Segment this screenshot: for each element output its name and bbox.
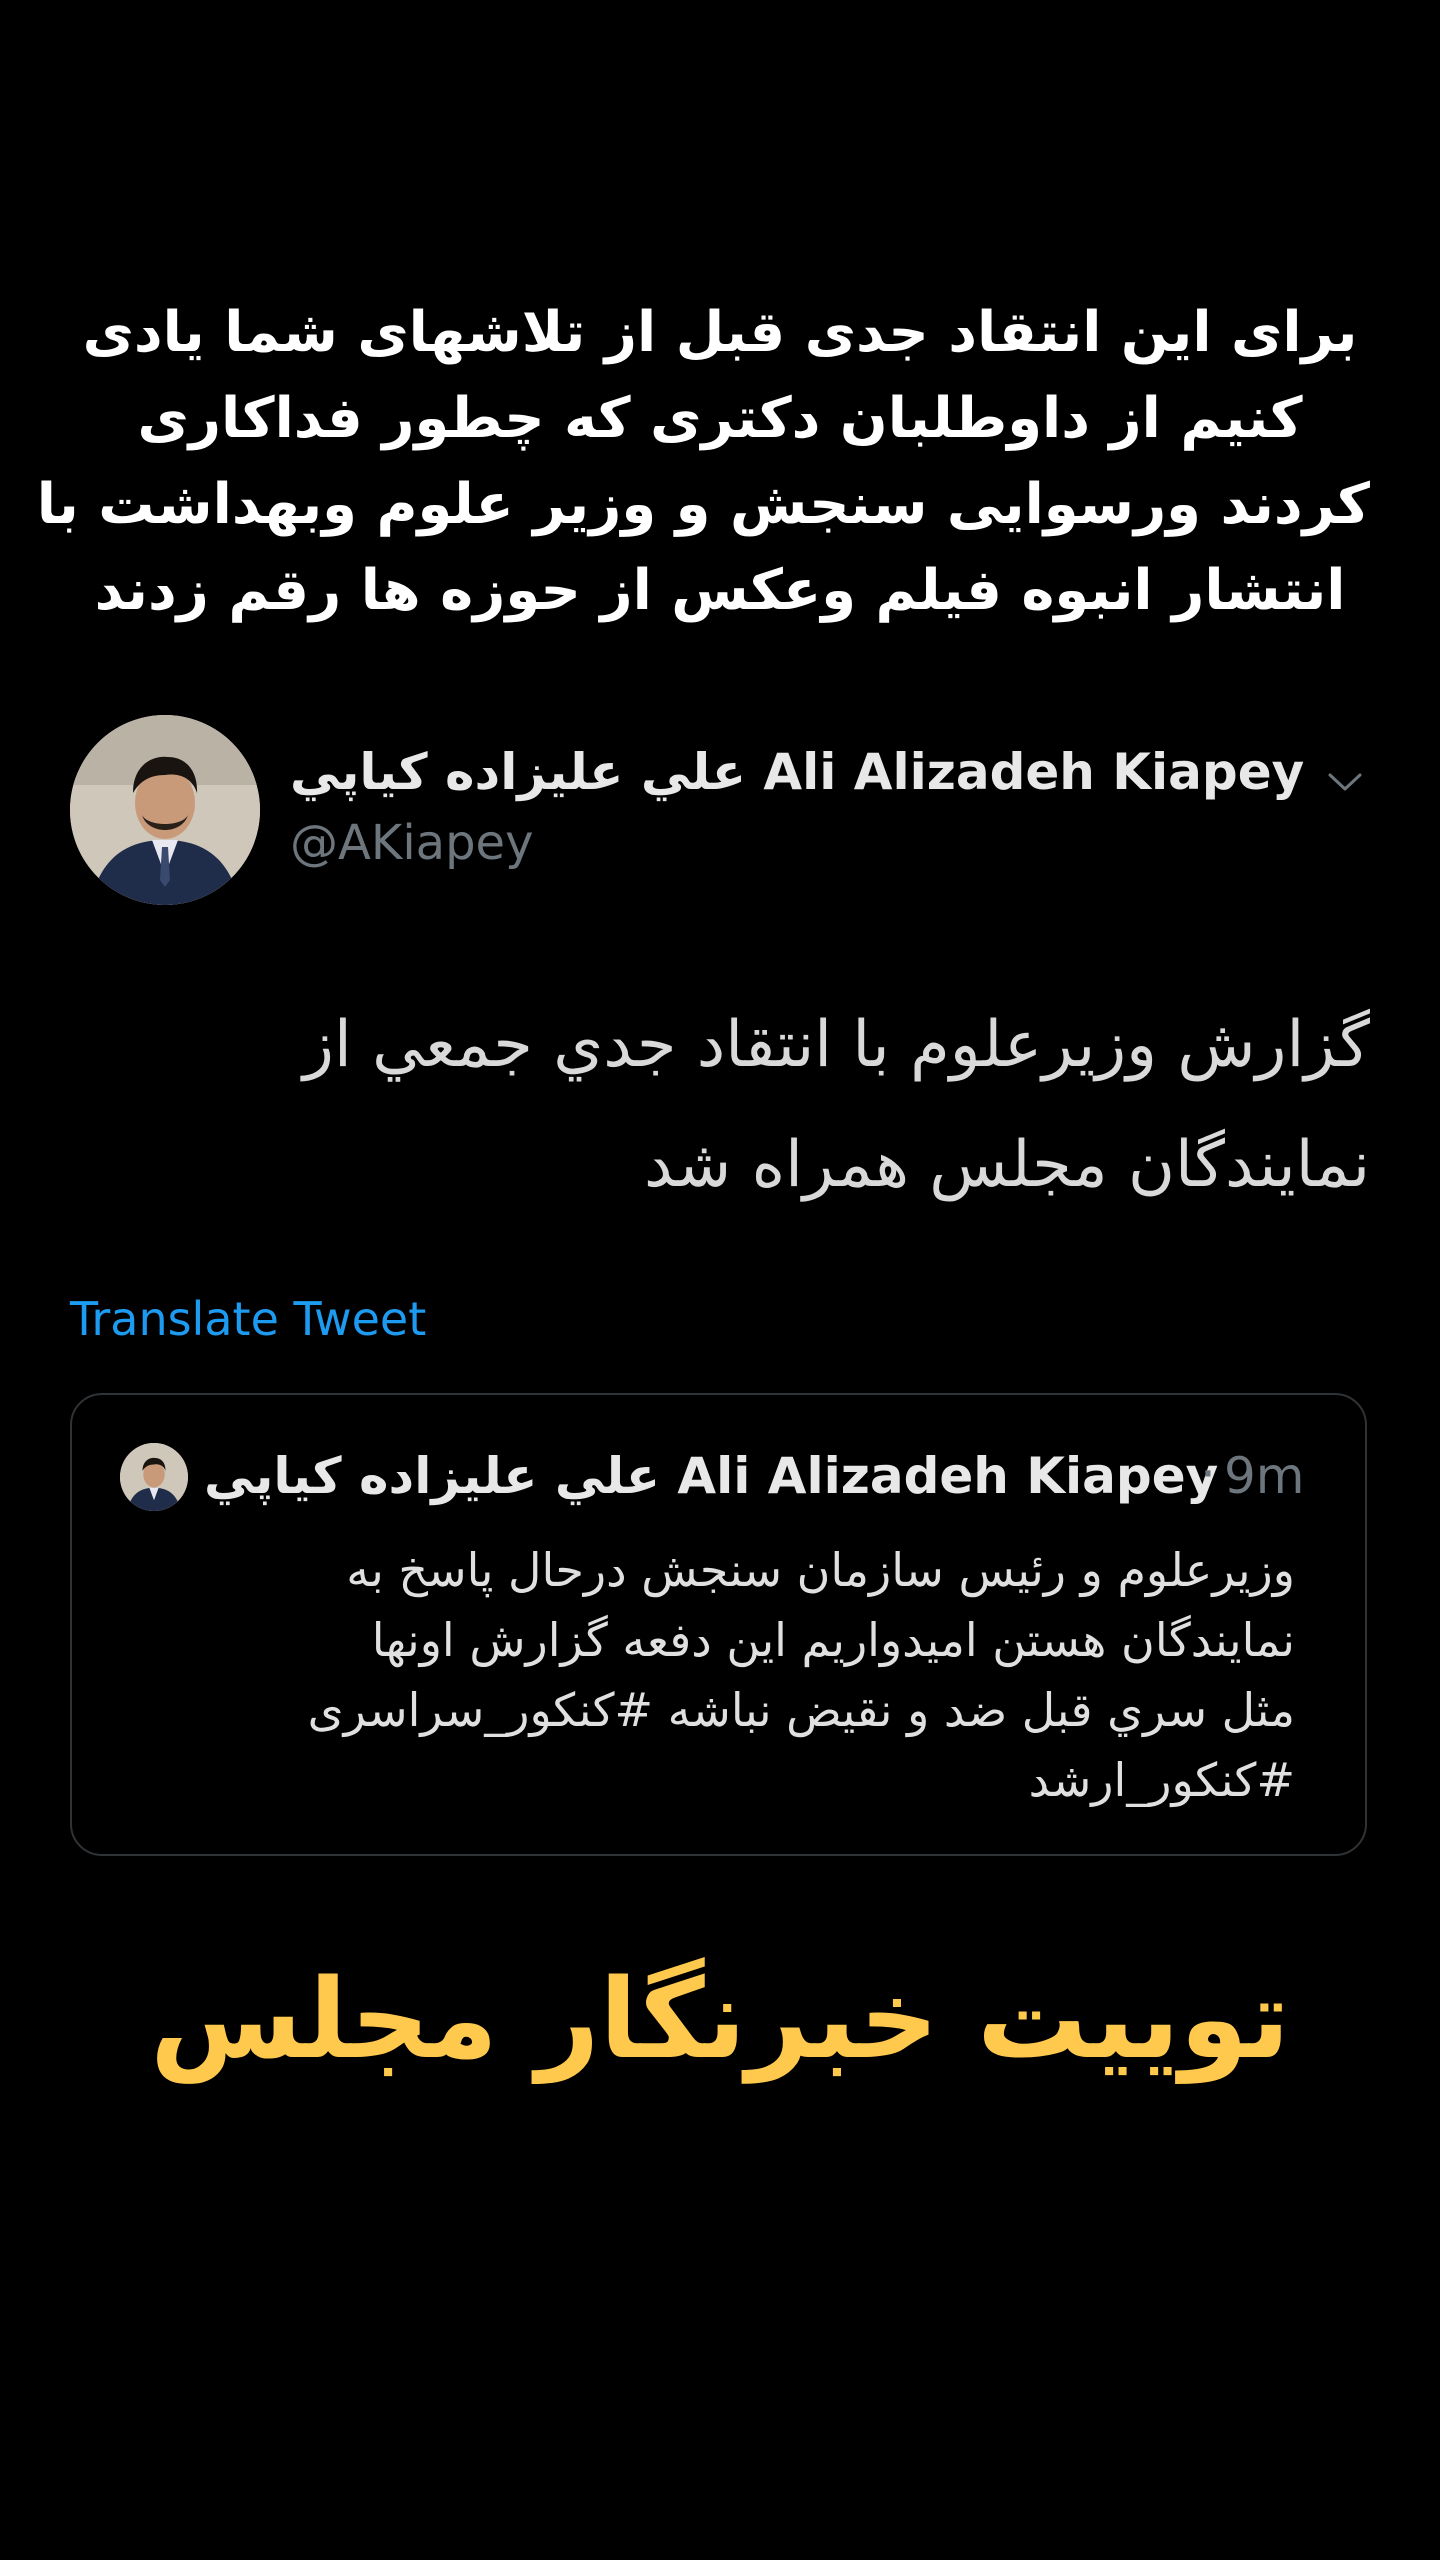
quote-text-line: نمايندگان هستن اميدواريم اين دفعه گزارش … — [371, 1613, 1295, 1667]
headline-line: برای این انتقاد جدی قبل از تلاشهای شما ی… — [82, 300, 1358, 365]
profile-photo-icon — [70, 715, 260, 905]
tweet-text-line: گزارش وزيرعلوم با انتقاد جدي جمعي از — [303, 1008, 1370, 1082]
profile-photo-icon — [120, 1443, 188, 1511]
display-name[interactable]: علي عليزاده كياپي Ali Alizadeh Kiapey — [290, 743, 1304, 801]
quote-timestamp: 9m — [1224, 1447, 1305, 1505]
caption-overlay: توییت خبرنگار مجلس — [150, 1955, 1290, 2083]
quoted-tweet-card[interactable]: علي عليزاده كياپي Ali Alizadeh Kiapey · … — [70, 1393, 1367, 1856]
quote-avatar — [120, 1443, 188, 1511]
chevron-down-icon[interactable] — [1320, 757, 1370, 807]
quote-text: وزيرعلوم و رئيس سازمان سنجش درحال پاسخ ب… — [120, 1535, 1295, 1815]
tweet-text-line: نمايندگان مجلس همراه شد — [644, 1128, 1370, 1202]
tweet-header: علي عليزاده كياپي Ali Alizadeh Kiapey @A… — [70, 715, 1370, 905]
quote-text-line: #كنكور_ارشد — [1028, 1753, 1295, 1807]
quote-text-line: وزيرعلوم و رئيس سازمان سنجش درحال پاسخ ب… — [346, 1543, 1295, 1597]
avatar[interactable] — [70, 715, 260, 905]
headline-line: انتشار انبوه فیلم وعکس از حوزه ها رقم زد… — [94, 558, 1346, 623]
headline-text: برای این انتقاد جدی قبل از تلاشهای شما ی… — [36, 290, 1370, 634]
separator-dot: · — [1200, 1445, 1216, 1503]
quote-display-name: علي عليزاده كياپي Ali Alizadeh Kiapey — [204, 1447, 1219, 1505]
headline-line: کردند ورسوایی سنجش و وزیر علوم وبهداشت ب… — [36, 472, 1370, 537]
tweet-text: گزارش وزيرعلوم با انتقاد جدي جمعي از نما… — [70, 985, 1370, 1225]
quote-text-line: مثل سري قبل ضد و نقيض نباشه #كنكور_سراسر… — [307, 1683, 1295, 1737]
translate-tweet-link[interactable]: Translate Tweet — [70, 1292, 426, 1346]
headline-line: کنیم از داوطلبان دکتری که چطور فداکاری — [137, 386, 1303, 451]
user-handle[interactable]: @AKiapey — [290, 815, 533, 871]
